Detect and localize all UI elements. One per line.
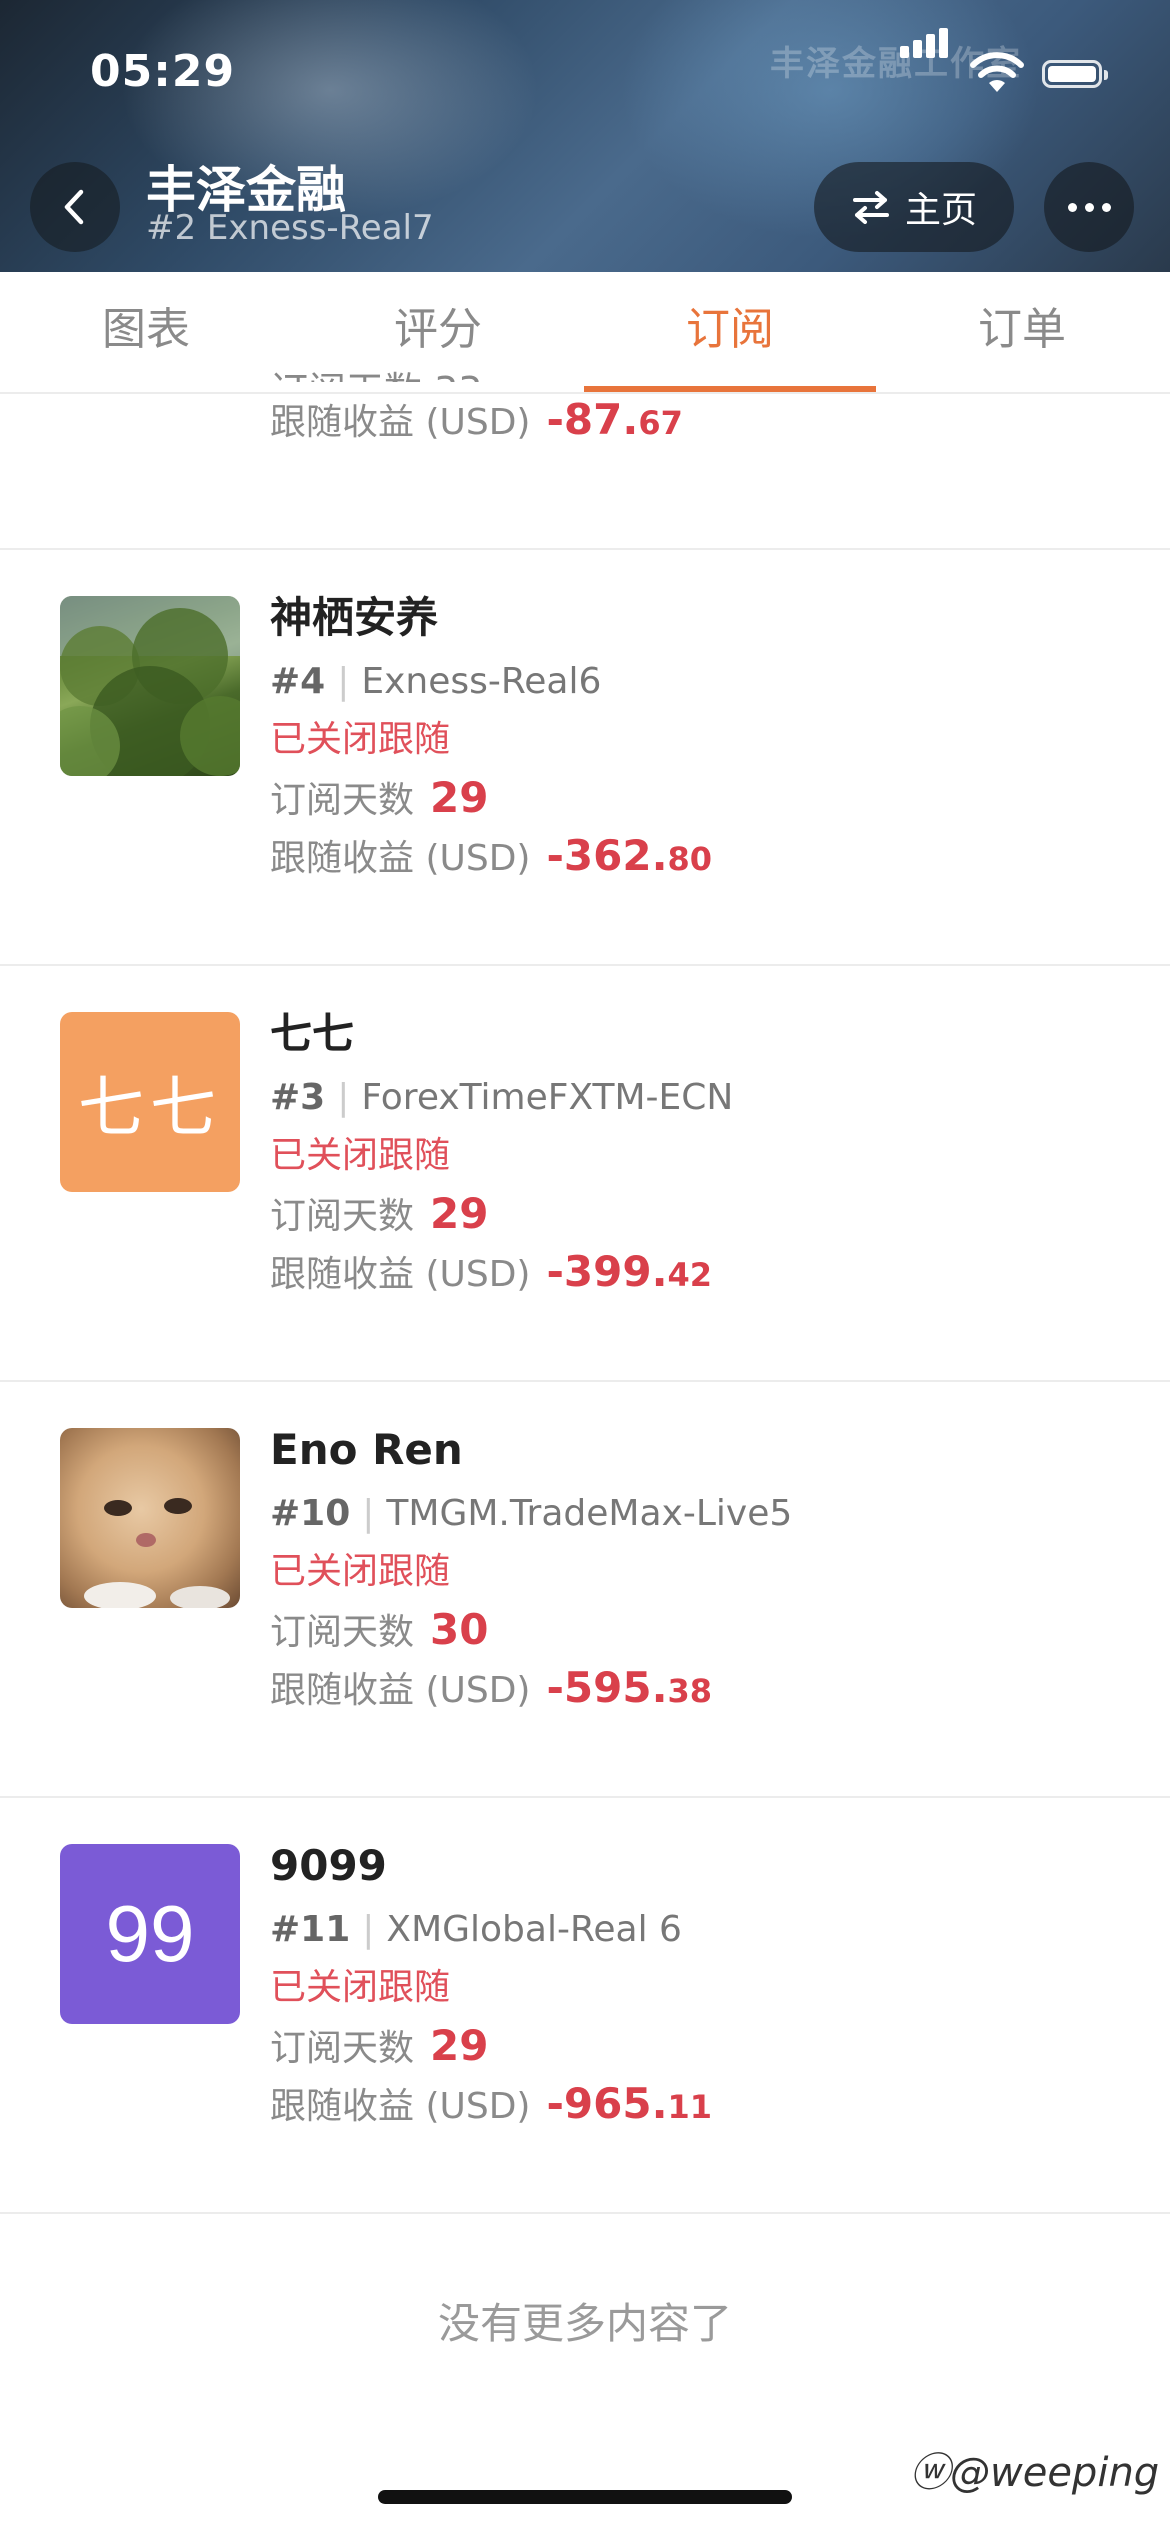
- no-more-content-text: 没有更多内容了: [437, 2299, 732, 2348]
- more-dots-icon: [1067, 202, 1077, 212]
- sub-days-value: 29: [430, 2021, 489, 2070]
- rank: #10: [270, 1493, 351, 1534]
- sub-days-label: 订阅天数: [270, 1196, 415, 1237]
- rank-line: #3 | ForexTimeFXTM-ECN: [270, 1077, 734, 1118]
- follow-profit-decimal: 42: [667, 1256, 713, 1294]
- item-info: 9099 #11 | XMGlobal-Real 6 已关闭跟随 订阅天数 29 跟随…: [270, 1836, 712, 2128]
- sub-days-label: 订阅天数: [270, 780, 415, 821]
- item-info: 七七 #3 | ForexTimeFXTM-ECN 已关闭跟随 订阅天数 29 跟随收…: [270, 1004, 733, 1296]
- sub-days-value: 29: [430, 773, 489, 822]
- rank: #4: [270, 661, 326, 702]
- sub-days-label: 订阅天数: [270, 1612, 415, 1653]
- more-options-button[interactable]: [1044, 162, 1134, 252]
- follow-profit-value: -399.: [546, 1247, 668, 1296]
- follow-profit-label: 跟随收益 (USD): [270, 1670, 531, 1711]
- item-info: 神栖安养 #4 | Exness-Real6 已关闭跟随 订阅天数 29 跟随收益 (…: [270, 588, 712, 880]
- cat-photo-icon: [84, 1498, 230, 1608]
- rank-line: #10 | TMGM.TradeMax-Live5: [270, 1493, 793, 1534]
- header-banner: 丰泽金融工作室 05:29 丰泽金融 #2 Exness-Real7 主页: [0, 0, 1170, 272]
- follow-profit-decimal: 67: [638, 404, 683, 442]
- server: XMGlobal-Real 6: [386, 1909, 682, 1950]
- list-item[interactable]: 七七 七七 #3 | ForexTimeFXTM-ECN 已关闭跟随 订阅天数 29 …: [0, 964, 1170, 1382]
- avatar: 七七: [60, 1012, 240, 1192]
- sub-days-row: 订阅天数 29: [270, 774, 712, 822]
- home-button[interactable]: 主页: [814, 162, 1014, 252]
- swap-arrows-icon: [852, 191, 889, 224]
- follow-profit-label: 跟随收益 (USD): [270, 1254, 531, 1295]
- list-item[interactable]: 神栖安养 #4 | Exness-Real6 已关闭跟随 订阅天数 29 跟随收益 (…: [0, 548, 1170, 966]
- follow-profit-row: 跟随收益 (USD) -399.42: [270, 1248, 733, 1296]
- follow-profit-label: 跟随收益 (USD): [270, 402, 531, 443]
- trader-name: Eno Ren: [270, 1425, 463, 1474]
- watermark-text: @weeping: [950, 2450, 1160, 2496]
- trader-name: 神栖安养: [270, 593, 439, 642]
- sub-days-cut: 订阅天数 33: [270, 360, 683, 382]
- forest-image-icon: [60, 596, 240, 776]
- trader-name: 七七: [270, 1009, 355, 1058]
- chevron-left-icon: [64, 189, 84, 225]
- weibo-watermark: ⓦ@weeping: [910, 2440, 1159, 2498]
- rank-line: #4 | Exness-Real6: [270, 661, 602, 702]
- tab-orders[interactable]: 订单: [876, 272, 1168, 392]
- rank: #3: [270, 1077, 326, 1118]
- home-indicator[interactable]: [378, 2490, 792, 2504]
- follow-profit-label: 跟随收益 (USD): [270, 2086, 531, 2127]
- list-item[interactable]: Eno Ren #10 | TMGM.TradeMax-Live5 已关闭跟随 订阅…: [0, 1380, 1170, 1798]
- home-button-label: 主页: [904, 190, 977, 231]
- follow-profit-row: 跟随收益 (USD) -87.67: [270, 396, 683, 444]
- avatar: 99: [60, 1844, 240, 2024]
- follow-profit-row: 跟随收益 (USD) -362.80: [270, 832, 712, 880]
- rank: #11: [270, 1909, 351, 1950]
- follow-profit-label: 跟随收益 (USD): [270, 838, 531, 879]
- list-item[interactable]: 99 9099 #11 | XMGlobal-Real 6 已关闭跟随 订阅天数 29…: [0, 1796, 1170, 2214]
- list-item-partial[interactable]: 订阅天数 33 跟随收益 (USD)-87.67: [270, 369, 683, 444]
- status-text: 已关闭跟随: [270, 1135, 451, 1176]
- server: Exness-Real6: [361, 661, 602, 702]
- follow-profit-decimal: 38: [667, 1672, 713, 1710]
- sub-days-row: 订阅天数 30: [270, 1606, 792, 1654]
- sub-days-row: 订阅天数 29: [270, 1190, 733, 1238]
- follow-profit-row: 跟随收益 (USD) -595.38: [270, 1664, 792, 1712]
- wifi-icon: [970, 52, 1024, 92]
- status-time: 05:29: [90, 46, 236, 97]
- divider: [0, 2212, 1170, 2216]
- sub-days-row: 订阅天数 29: [270, 2022, 712, 2070]
- tab-chart[interactable]: 图表: [0, 272, 292, 392]
- status-text: 已关闭跟随: [270, 1967, 451, 2008]
- follow-profit-decimal: 80: [667, 840, 713, 878]
- status-text: 已关闭跟随: [270, 1551, 451, 1592]
- item-info: Eno Ren #10 | TMGM.TradeMax-Live5 已关闭跟随 订阅…: [270, 1420, 792, 1712]
- weibo-logo-icon: ⓦ: [910, 2450, 950, 2496]
- avatar-text: 七七: [78, 1069, 222, 1146]
- follow-profit-decimal: 11: [667, 2088, 713, 2126]
- page-subtitle: #2 Exness-Real7: [146, 208, 434, 248]
- follow-profit-value: -362.: [546, 831, 668, 880]
- follow-profit-value: -965.: [546, 2079, 668, 2128]
- sub-days-label: 订阅天数: [270, 2028, 415, 2069]
- sub-days-value: 29: [430, 1189, 489, 1238]
- avatar: [60, 596, 240, 776]
- follow-profit-value: -87.: [546, 395, 639, 444]
- rank-line: #11 | XMGlobal-Real 6: [270, 1909, 682, 1950]
- server: ForexTimeFXTM-ECN: [361, 1077, 734, 1118]
- battery-icon: [1042, 60, 1108, 88]
- sub-days-value: 30: [430, 1605, 489, 1654]
- follow-profit-row: 跟随收益 (USD) -965.11: [270, 2080, 712, 2128]
- status-text: 已关闭跟随: [270, 719, 451, 760]
- avatar-text: 99: [105, 1889, 195, 1978]
- avatar: [60, 1428, 240, 1608]
- trader-name: 9099: [270, 1841, 387, 1890]
- back-button[interactable]: [30, 162, 120, 252]
- server: TMGM.TradeMax-Live5: [386, 1493, 793, 1534]
- follow-profit-value: -595.: [546, 1663, 668, 1712]
